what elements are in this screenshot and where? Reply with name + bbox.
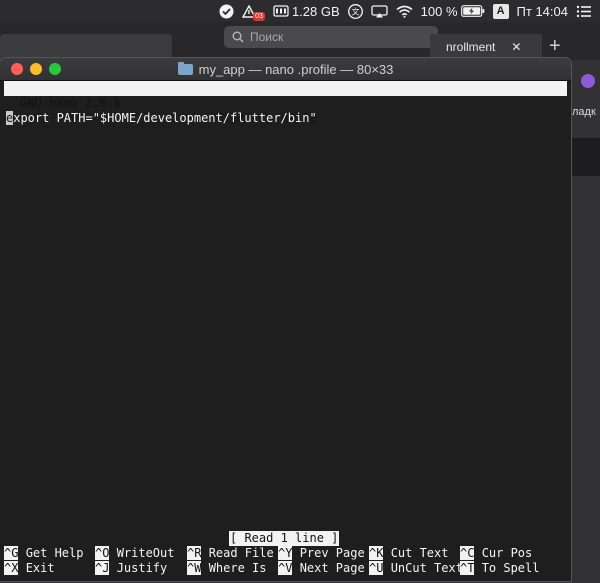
shortcut-next-page[interactable]: ^V Next Page	[278, 561, 365, 576]
menu-bar: 03 1.28 GB 文 100 % A Пт 14:04	[0, 0, 600, 22]
extension-icon[interactable]	[581, 74, 595, 88]
terminal-title: my_app — nano .profile — 80×33	[0, 58, 571, 80]
shortcut-exit[interactable]: ^X Exit	[4, 561, 55, 576]
browser-dark-strip	[572, 138, 600, 176]
memory-chip-icon	[273, 5, 289, 17]
memory-status[interactable]: 1.28 GB	[273, 4, 340, 19]
battery-charging-icon	[460, 5, 485, 17]
folder-icon	[177, 61, 193, 75]
shortcut-where-is[interactable]: ^W Where Is	[187, 561, 266, 576]
shortcut-uncut-text[interactable]: ^U UnCut Text	[369, 561, 463, 576]
translate-icon[interactable]: 文	[347, 3, 363, 19]
memory-value: 1.28 GB	[291, 3, 340, 19]
shortcut-to-spell[interactable]: ^T To Spell	[460, 561, 539, 576]
wifi-icon[interactable]	[396, 5, 413, 18]
input-language[interactable]: A	[492, 3, 509, 19]
shortcut-cur-pos[interactable]: ^C Cur Pos	[460, 546, 532, 561]
browser-left-tab[interactable]	[0, 34, 172, 60]
search-icon	[232, 31, 244, 43]
browser-side-text: ладк	[572, 106, 596, 118]
status-message: [ Read 1 line ]	[229, 531, 340, 546]
clock[interactable]: Пт 14:04	[517, 4, 568, 19]
shortcut-read-file[interactable]: ^R Read File	[187, 546, 274, 561]
terminal-title-text: my_app — nano .profile — 80×33	[198, 61, 394, 77]
close-tab-icon[interactable]: ✕	[511, 40, 521, 54]
shortcut-justify[interactable]: ^J Justify	[95, 561, 167, 576]
terminal-window[interactable]: my_app — nano .profile — 80×33 GNU nano …	[0, 58, 571, 581]
shortcut-prev-page[interactable]: ^Y Prev Page	[278, 546, 365, 561]
nano-version: GNU nano 2.0.6	[20, 96, 122, 110]
new-tab-icon[interactable]: +	[549, 34, 561, 58]
shortcut-cut-text[interactable]: ^K Cut Text	[369, 546, 448, 561]
list-menu-icon[interactable]	[576, 5, 592, 18]
editor-line-text: xport PATH="$HOME/development/flutter/bi…	[13, 111, 317, 125]
checkmark-icon[interactable]	[219, 4, 234, 19]
search-placeholder: Поиск	[250, 30, 284, 44]
cast-icon[interactable]	[371, 4, 388, 18]
nano-header-bar: GNU nano 2.0.6 File: .profile	[4, 81, 567, 125]
browser-tab-label: nrollment	[446, 40, 496, 54]
notification-badge: 03	[253, 11, 265, 21]
battery-percent: 100 %	[420, 3, 458, 19]
alert-status-item[interactable]: 03	[242, 2, 265, 21]
terminal-titlebar[interactable]: my_app — nano .profile — 80×33	[0, 58, 571, 81]
editor-line[interactable]: export PATH="$HOME/development/flutter/b…	[6, 111, 317, 126]
shortcut-writeout[interactable]: ^O WriteOut	[95, 546, 174, 561]
battery-status[interactable]: 100 %	[421, 4, 485, 19]
browser-tab[interactable]: nrollment ✕	[430, 34, 542, 60]
svg-text:文: 文	[351, 6, 359, 16]
search-field[interactable]: Поиск	[224, 26, 438, 48]
shortcut-get-help[interactable]: ^G Get Help	[4, 546, 83, 561]
